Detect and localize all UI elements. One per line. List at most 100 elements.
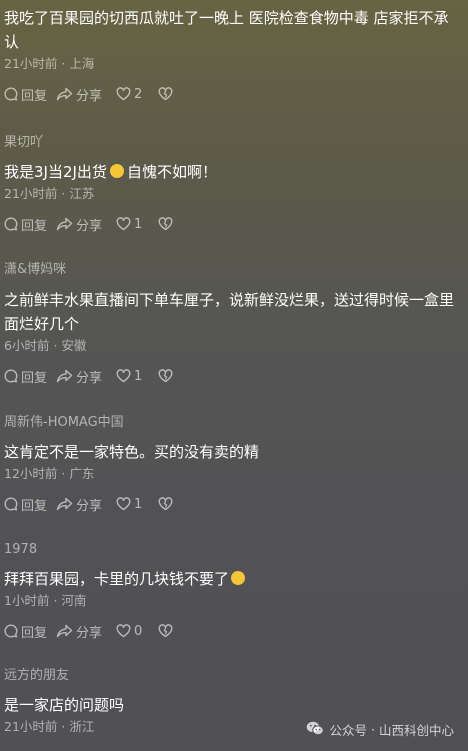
share-label: 分享	[76, 88, 103, 104]
like-button[interactable]: 2	[116, 87, 158, 102]
share-button[interactable]: 分享	[56, 85, 116, 104]
comment-time: 21小时前	[4, 186, 58, 201]
comment-text: 之前鲜丰水果直播间下单车厘子，说新鲜没烂果，送过得时候一盒里面烂好几个	[4, 291, 455, 333]
reply-label: 回复	[21, 625, 48, 641]
like-count: 2	[134, 86, 143, 102]
reply-label: 回复	[21, 498, 48, 514]
comment-item: 1978 拜拜百果园，卡里的几块钱不要了 1小时前 · 河南 回复 分享 0	[4, 541, 462, 641]
meta-separator: ·	[61, 719, 66, 734]
share-button[interactable]: 分享	[56, 367, 116, 386]
heart-icon	[116, 87, 131, 101]
dislike-button[interactable]	[158, 497, 173, 511]
comment-time: 1小时前	[4, 593, 50, 608]
meta-separator: ·	[53, 593, 58, 608]
comment-meta: 21小时前 · 上海	[4, 55, 462, 73]
watermark-separator: ·	[371, 722, 375, 737]
share-icon	[56, 87, 73, 101]
comment-text-part: 我是3J当2J出货	[4, 163, 107, 181]
dislike-button[interactable]	[158, 369, 173, 383]
broken-heart-icon	[158, 624, 173, 638]
comment-item: 周新伟-HOMAG中国 这肯定不是一家特色。买的没有卖的精 12小时前 · 广东…	[4, 414, 462, 514]
dislike-button[interactable]	[158, 87, 173, 101]
share-label: 分享	[76, 498, 103, 514]
comment-location: 江苏	[69, 186, 95, 201]
comment-author[interactable]: 1978	[4, 541, 462, 559]
comment-actions: 回复 分享 1	[4, 214, 462, 234]
share-button[interactable]: 分享	[56, 622, 116, 641]
reply-label: 回复	[21, 370, 48, 386]
like-count: 1	[134, 496, 143, 512]
like-count: 1	[134, 368, 143, 384]
comment-item: 果切吖 我是3J当2J出货 自愧不如啊！ 21小时前 · 江苏 回复 分享 1	[4, 134, 462, 234]
broken-heart-icon	[158, 369, 173, 383]
comment-location: 安徽	[61, 338, 87, 353]
heart-icon	[116, 497, 131, 511]
share-label: 分享	[76, 370, 103, 386]
reply-button[interactable]: 回复	[4, 622, 56, 641]
wechat-icon	[306, 721, 329, 739]
comment-text: 拜拜百果园，卡里的几块钱不要了	[4, 567, 462, 591]
reply-button[interactable]: 回复	[4, 85, 56, 104]
reply-icon	[4, 624, 18, 638]
meta-separator: ·	[61, 186, 66, 201]
meta-separator: ·	[53, 338, 58, 353]
comment-meta: 6小时前 · 安徽	[4, 337, 462, 355]
like-count: 0	[134, 623, 143, 639]
comment-meta: 21小时前 · 江苏	[4, 185, 462, 203]
dislike-button[interactable]	[158, 217, 173, 231]
comment-text-part: 拜拜百果园，卡里的几块钱不要了	[4, 570, 230, 588]
reply-button[interactable]: 回复	[4, 495, 56, 514]
comment-author[interactable]: 果切吖	[4, 134, 462, 152]
meta-separator: ·	[61, 466, 66, 481]
heart-icon	[116, 369, 131, 383]
like-button[interactable]: 1	[116, 369, 158, 384]
comment-actions: 回复 分享 1	[4, 366, 462, 386]
thinking-emoji-icon	[231, 571, 246, 585]
reply-label: 回复	[21, 88, 48, 104]
share-icon	[56, 369, 73, 383]
share-label: 分享	[76, 625, 103, 641]
broken-heart-icon	[158, 217, 173, 231]
like-button[interactable]: 1	[116, 217, 158, 232]
broken-heart-icon	[158, 497, 173, 511]
comment-author[interactable]: 潇&博妈咪	[4, 261, 462, 279]
comment-time: 12小时前	[4, 466, 58, 481]
comment-text-part: 自愧不如啊！	[126, 163, 217, 181]
reply-icon	[4, 497, 18, 511]
like-button[interactable]: 1	[116, 497, 158, 512]
comment-location: 河南	[61, 593, 87, 608]
comment-author[interactable]: 周新伟-HOMAG中国	[4, 414, 462, 432]
like-button[interactable]: 0	[116, 624, 158, 639]
share-icon	[56, 624, 73, 638]
share-button[interactable]: 分享	[56, 215, 116, 234]
comment-meta: 12小时前 · 广东	[4, 465, 462, 483]
heart-icon	[116, 217, 131, 231]
reply-button[interactable]: 回复	[4, 367, 56, 386]
comment-location: 上海	[69, 56, 95, 71]
comment-actions: 回复 分享 1	[4, 494, 462, 514]
comment-location: 广东	[69, 466, 95, 481]
meta-separator: ·	[61, 56, 66, 71]
reply-icon	[4, 87, 18, 101]
broken-heart-icon	[158, 87, 173, 101]
comment-author[interactable]: 远方的朋友	[4, 667, 462, 685]
comment-time: 21小时前	[4, 719, 58, 734]
comment-text: 我吃了百果园的切西瓜就吐了一晚上 医院检查食物中毒 店家拒不承认	[4, 9, 449, 51]
comment-time: 21小时前	[4, 56, 58, 71]
like-count: 1	[134, 216, 143, 232]
share-button[interactable]: 分享	[56, 495, 116, 514]
comment-text: 这肯定不是一家特色。买的没有卖的精	[4, 443, 260, 461]
comment-text: 是一家店的问题吗	[4, 696, 125, 714]
comment-location: 浙江	[69, 719, 95, 734]
reply-label: 回复	[21, 218, 48, 234]
comment-meta: 1小时前 · 河南	[4, 592, 462, 610]
dislike-button[interactable]	[158, 624, 173, 638]
watermark: 公众号 · 山西科创中心	[306, 720, 454, 739]
share-label: 分享	[76, 218, 103, 234]
comment-actions: 回复 分享 2	[4, 84, 462, 104]
laughing-crying-emoji-icon	[109, 164, 124, 178]
comment-actions: 回复 分享 0	[4, 621, 462, 641]
reply-button[interactable]: 回复	[4, 215, 56, 234]
reply-icon	[4, 217, 18, 231]
heart-icon	[116, 624, 131, 638]
